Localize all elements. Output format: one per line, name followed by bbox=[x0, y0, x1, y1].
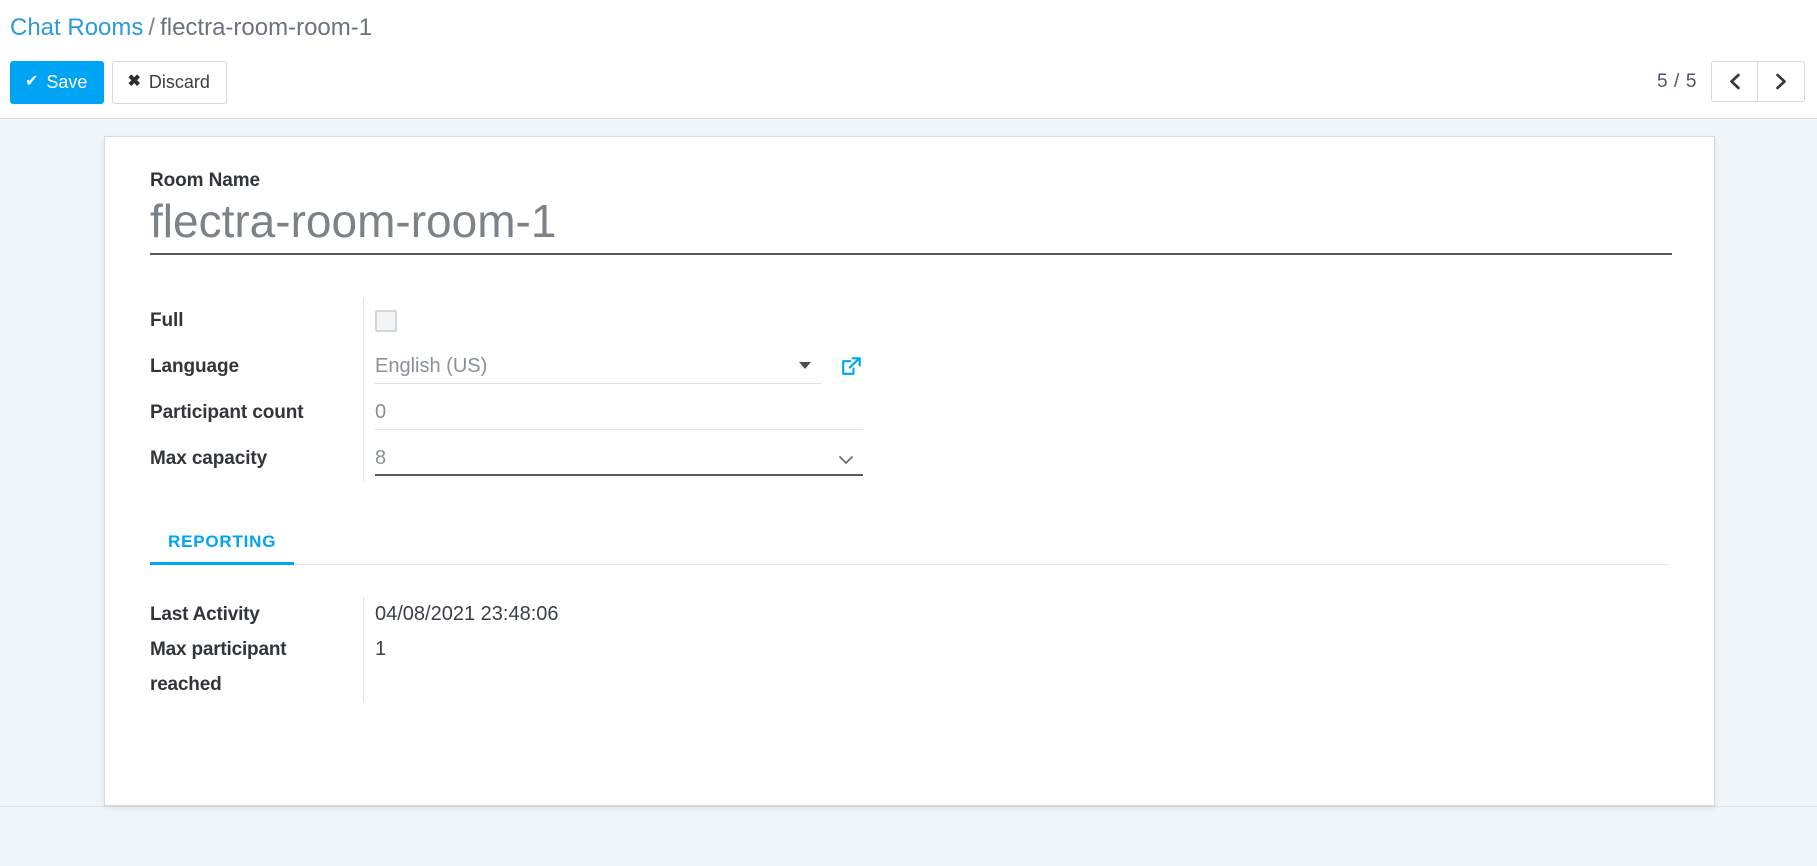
field-values-column: English (US) 0 8 bbox=[363, 298, 863, 482]
reporting-values-column: 04/08/2021 23:48:06 1 bbox=[363, 597, 559, 702]
label-full: Full bbox=[150, 310, 184, 331]
chevron-left-icon bbox=[1727, 72, 1742, 91]
full-checkbox[interactable] bbox=[375, 310, 397, 332]
label-last-activity: Last Activity bbox=[150, 604, 260, 625]
reporting-labels-column: Last Activity Max participant reached bbox=[150, 597, 363, 702]
breadcrumb-current-record: flectra-room-room-1 bbox=[160, 14, 373, 41]
check-icon: ✔ bbox=[25, 73, 39, 90]
discard-button[interactable]: ✖ Discard bbox=[112, 61, 227, 104]
breadcrumb: Chat Rooms / flectra-room-room-1 bbox=[0, 0, 1817, 43]
label-language: Language bbox=[150, 356, 239, 377]
form-sheet: Room Name flectra-room-room-1 Full Langu… bbox=[104, 136, 1715, 806]
times-icon: ✖ bbox=[127, 73, 141, 90]
chevron-down-icon bbox=[837, 450, 855, 473]
pager-count: 5 / 5 bbox=[1657, 70, 1697, 92]
notebook-tabs: Reporting bbox=[150, 532, 1669, 565]
caret-down-icon bbox=[799, 362, 811, 369]
max-capacity-select[interactable]: 8 bbox=[375, 442, 863, 476]
value-last-activity: 04/08/2021 23:48:06 bbox=[375, 603, 559, 625]
room-name-input[interactable]: flectra-room-room-1 bbox=[150, 195, 1672, 255]
language-input[interactable]: English (US) bbox=[375, 350, 821, 384]
field-max-capacity-row: 8 bbox=[375, 436, 863, 482]
save-button[interactable]: ✔ Save bbox=[10, 61, 105, 104]
sheet-header-block: Room Name flectra-room-room-1 Full Langu… bbox=[105, 170, 1714, 482]
main-field-group: Full Language Participant count Max capa… bbox=[150, 298, 1669, 482]
form-view-content: Room Name flectra-room-room-1 Full Langu… bbox=[0, 119, 1817, 806]
field-participant-count-row: 0 bbox=[375, 390, 863, 436]
field-full-row bbox=[375, 298, 863, 344]
notebook: Reporting Last Activity Max participant … bbox=[105, 532, 1714, 702]
breadcrumb-separator: / bbox=[148, 14, 156, 41]
control-panel: Chat Rooms / flectra-room-room-1 ✔ Save ✖ … bbox=[0, 0, 1817, 119]
breadcrumb-root-chat-rooms[interactable]: Chat Rooms bbox=[10, 14, 143, 41]
footer-spacer bbox=[0, 807, 1817, 866]
participant-count-input[interactable]: 0 bbox=[375, 396, 863, 430]
discard-button-label: Discard bbox=[148, 72, 210, 92]
pager-previous-button[interactable] bbox=[1711, 61, 1758, 102]
external-link-icon[interactable] bbox=[839, 355, 863, 379]
notebook-page-reporting: Last Activity Max participant reached 04… bbox=[150, 597, 1669, 702]
record-action-buttons: ✔ Save ✖ Discard bbox=[10, 61, 227, 104]
tab-reporting[interactable]: Reporting bbox=[150, 532, 295, 565]
chevron-right-icon bbox=[1774, 72, 1789, 91]
record-pager: 5 / 5 bbox=[1657, 61, 1805, 102]
label-max-participant-reached: Max participant reached bbox=[150, 639, 287, 695]
save-button-label: Save bbox=[46, 72, 88, 92]
label-max-capacity: Max capacity bbox=[150, 448, 268, 469]
room-name-label: Room Name bbox=[150, 170, 260, 191]
pager-buttons bbox=[1711, 61, 1805, 102]
pager-next-button[interactable] bbox=[1758, 61, 1805, 102]
field-language-row: English (US) bbox=[375, 344, 863, 390]
field-labels-column: Full Language Participant count Max capa… bbox=[150, 298, 363, 482]
value-max-participant-reached: 1 bbox=[375, 638, 387, 660]
label-participant-count: Participant count bbox=[150, 402, 304, 423]
